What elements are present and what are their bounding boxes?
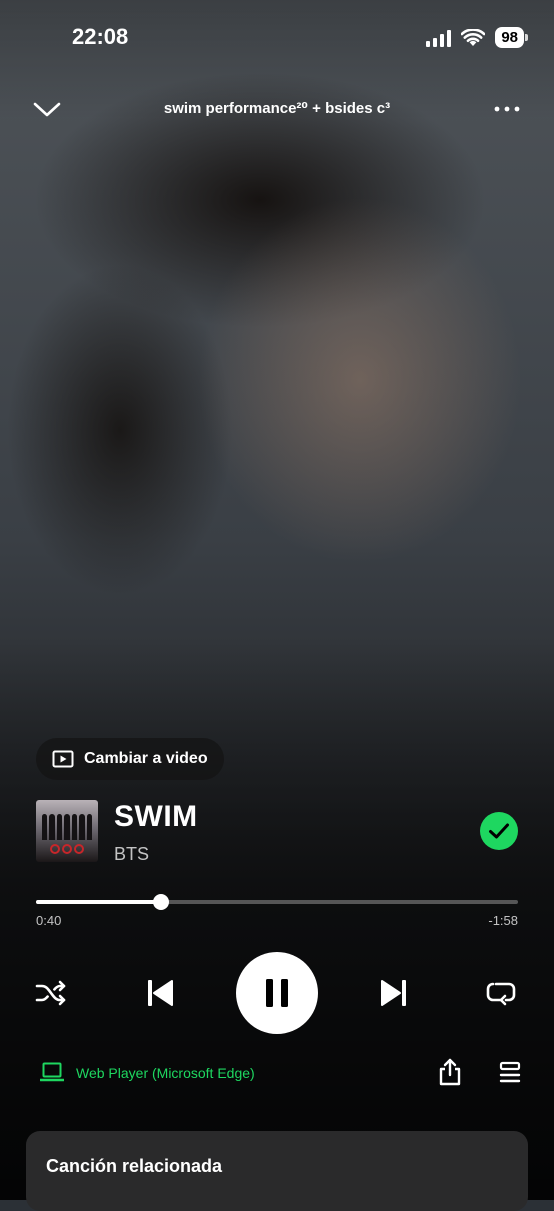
queue-button[interactable] [496, 1058, 524, 1086]
liked-button[interactable] [480, 812, 518, 850]
more-icon [494, 106, 520, 112]
share-icon [439, 1058, 461, 1086]
related-song-title: Canción relacionada [46, 1156, 223, 1176]
pause-icon [266, 979, 288, 1007]
check-icon [489, 823, 509, 839]
track-title[interactable]: SWIM [114, 800, 198, 834]
repeat-icon [486, 982, 516, 1006]
cover-figures [42, 814, 92, 840]
signal-icon [426, 29, 452, 47]
repeat-button[interactable] [484, 976, 518, 1010]
wifi-icon [461, 28, 486, 46]
playback-controls [0, 952, 554, 1034]
status-time: 22:08 [72, 24, 129, 49]
shuffle-button[interactable] [34, 976, 68, 1010]
progress-bar[interactable] [36, 894, 518, 910]
playlist-title: swim performance²⁰ + bsides c³ [163, 100, 391, 117]
video-icon [52, 750, 74, 768]
shuffle-icon [35, 980, 66, 1006]
more-options-button[interactable] [490, 92, 524, 126]
cover-logo [36, 844, 98, 854]
remaining-time: -1:58 [488, 913, 518, 928]
connect-device-row: Web Player (Microsoft Edge) [0, 1058, 554, 1088]
device-label[interactable]: Web Player (Microsoft Edge) [76, 1065, 255, 1081]
battery-icon: 98 [495, 27, 528, 48]
previous-button[interactable] [140, 973, 180, 1013]
status-icons: 98 [426, 27, 528, 48]
player-header: swim performance²⁰ + bsides c³ [0, 88, 554, 128]
progress-fill [36, 900, 162, 904]
pause-button[interactable] [236, 952, 318, 1034]
next-button[interactable] [374, 973, 414, 1013]
laptop-icon[interactable] [39, 1062, 65, 1082]
previous-icon [148, 980, 173, 1006]
share-button[interactable] [436, 1058, 464, 1086]
queue-icon [499, 1061, 521, 1083]
album-cover[interactable] [36, 800, 98, 862]
status-bar: 22:08 98 [0, 0, 554, 76]
track-artist[interactable]: BTS [114, 844, 149, 865]
elapsed-time: 0:40 [36, 913, 62, 928]
switch-to-video-label: Cambiar a video [84, 750, 208, 767]
switch-to-video-button[interactable]: Cambiar a video [36, 738, 224, 780]
related-song-card[interactable]: Canción relacionada [26, 1131, 528, 1211]
next-icon [381, 980, 406, 1006]
